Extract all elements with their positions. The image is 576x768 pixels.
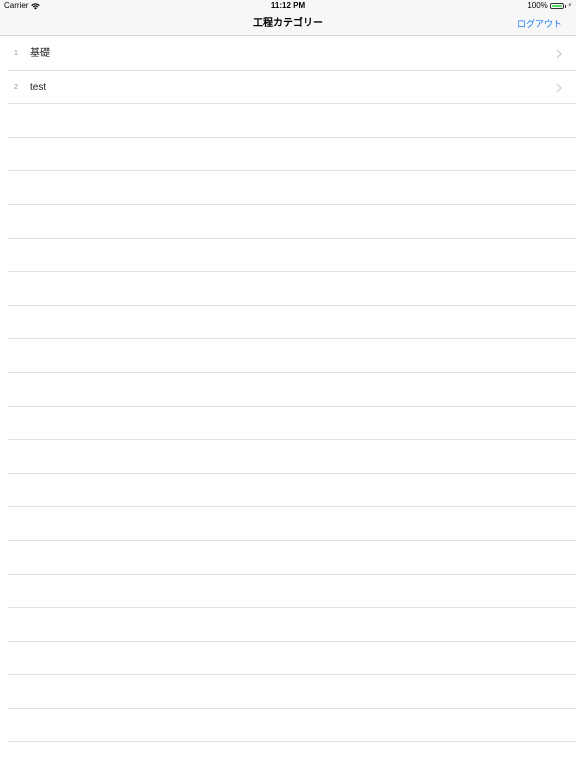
empty-row <box>8 272 576 306</box>
category-list: 1 基礎 2 test <box>0 37 576 743</box>
battery-cap <box>564 4 566 8</box>
empty-row <box>8 474 576 508</box>
list-item-label: 基礎 <box>30 48 50 59</box>
empty-row <box>8 104 576 138</box>
list-item-index: 2 <box>14 83 18 91</box>
empty-row <box>8 608 576 642</box>
battery-icon <box>549 3 564 9</box>
status-bar: Carrier 11:12 PM 100% ⚡ <box>0 0 576 12</box>
charging-bolt-icon: ⚡ <box>567 3 572 9</box>
empty-row <box>8 675 576 709</box>
empty-row <box>8 541 576 575</box>
empty-row <box>8 205 576 239</box>
empty-row <box>8 642 576 676</box>
empty-row <box>8 575 576 609</box>
navigation-bar: 工程カテゴリー ログアウト <box>0 12 576 36</box>
list-item-index: 1 <box>14 50 18 57</box>
empty-row <box>8 709 576 743</box>
list-item[interactable]: 2 test <box>8 71 576 105</box>
empty-row <box>8 440 576 474</box>
status-right: 100% ⚡ <box>527 0 572 12</box>
chevron-right-icon <box>556 83 562 93</box>
empty-row <box>8 407 576 441</box>
logout-button[interactable]: ログアウト <box>517 12 562 36</box>
empty-row <box>8 306 576 340</box>
empty-row <box>8 138 576 172</box>
empty-row <box>8 507 576 541</box>
status-time: 11:12 PM <box>270 1 306 10</box>
battery-fill <box>551 5 562 7</box>
battery-percent: 100% <box>527 1 548 10</box>
empty-row <box>8 239 576 273</box>
list-item[interactable]: 1 基礎 <box>8 37 576 71</box>
page-title: 工程カテゴリー <box>253 18 323 29</box>
empty-row <box>8 171 576 205</box>
empty-row <box>8 339 576 373</box>
chevron-right-icon <box>556 49 562 59</box>
list-item-label: test <box>30 81 47 93</box>
empty-row <box>8 373 576 407</box>
